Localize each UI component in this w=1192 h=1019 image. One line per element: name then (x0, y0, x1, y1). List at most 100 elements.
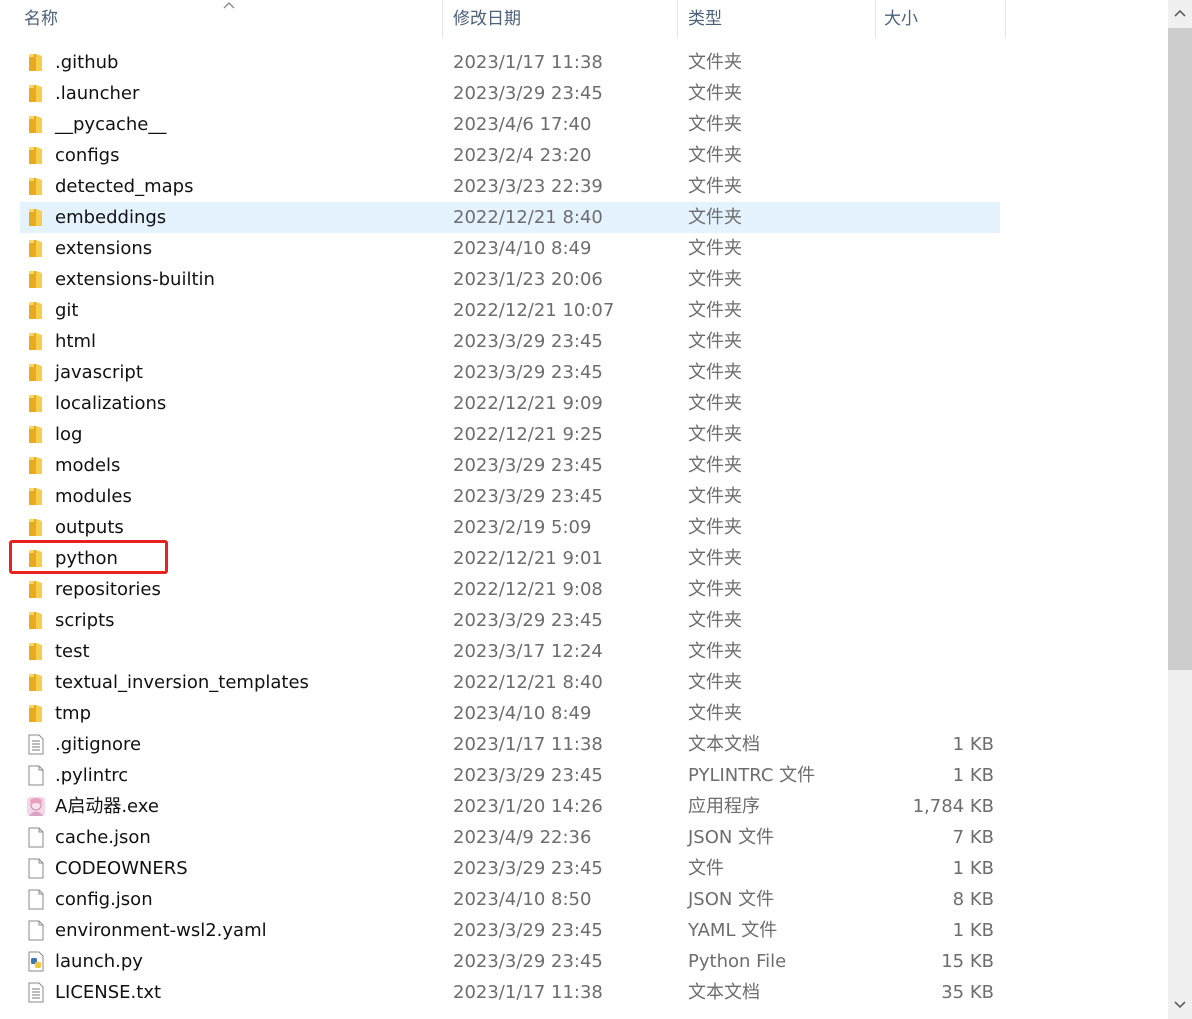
file-type: 文件夹 (688, 238, 742, 259)
file-type: 文件夹 (688, 52, 742, 73)
file-row[interactable]: outputs 2023/2/19 5:09 文件夹 (20, 512, 1000, 543)
scrollbar-thumb[interactable] (1168, 28, 1192, 670)
file-row[interactable]: embeddings 2022/12/21 8:40 文件夹 (20, 202, 1000, 233)
file-row[interactable]: .github 2023/1/17 11:38 文件夹 (20, 47, 1000, 78)
file-date: 2023/4/10 8:50 (453, 889, 592, 910)
file-name: .github (55, 52, 119, 73)
file-type: Python File (688, 951, 787, 972)
file-name: CODEOWNERS (55, 858, 188, 879)
file-row[interactable]: config.json 2023/4/10 8:50 JSON 文件 8 KB (20, 884, 1000, 915)
folder-icon (26, 703, 46, 724)
folder-icon (26, 641, 46, 662)
column-divider[interactable] (442, 0, 443, 38)
python-file-icon (26, 951, 46, 972)
folder-icon (26, 331, 46, 352)
file-size: 15 KB (941, 951, 994, 972)
file-type: PYLINTRC 文件 (688, 765, 816, 786)
file-date: 2023/2/19 5:09 (453, 517, 592, 538)
file-row[interactable]: models 2023/3/29 23:45 文件夹 (20, 450, 1000, 481)
column-header-date-label: 修改日期 (453, 9, 521, 29)
file-name: test (55, 641, 90, 662)
file-row[interactable]: textual_inversion_templates 2022/12/21 8:… (20, 667, 1000, 698)
folder-icon (26, 486, 46, 507)
folder-icon (26, 145, 46, 166)
folder-icon (26, 269, 46, 290)
file-date: 2022/12/21 9:08 (453, 579, 603, 600)
file-name: LICENSE.txt (55, 982, 162, 1003)
file-row[interactable]: log 2022/12/21 9:25 文件夹 (20, 419, 1000, 450)
file-row[interactable]: javascript 2023/3/29 23:45 文件夹 (20, 357, 1000, 388)
file-name: repositories (55, 579, 161, 600)
file-row[interactable]: .launcher 2023/3/29 23:45 文件夹 (20, 78, 1000, 109)
folder-icon (26, 610, 46, 631)
file-date: 2022/12/21 8:40 (453, 672, 603, 693)
file-type: 文件夹 (688, 269, 742, 290)
file-name: embeddings (55, 207, 167, 228)
file-row[interactable]: detected_maps 2023/3/23 22:39 文件夹 (20, 171, 1000, 202)
file-type: 文件夹 (688, 393, 742, 414)
column-header-date[interactable]: 修改日期 (445, 0, 677, 38)
file-row[interactable]: .pylintrc 2023/3/29 23:45 PYLINTRC 文件 1 KB (20, 760, 1000, 791)
file-name: detected_maps (55, 176, 194, 197)
file-row[interactable]: test 2023/3/17 12:24 文件夹 (20, 636, 1000, 667)
file-type: 文件 (688, 858, 724, 879)
scroll-up-arrow-icon[interactable] (1172, 6, 1188, 20)
file-date: 2023/3/29 23:45 (453, 858, 603, 879)
column-header-type[interactable]: 类型 (680, 0, 875, 38)
file-type: 文件夹 (688, 114, 742, 135)
file-row[interactable]: html 2023/3/29 23:45 文件夹 (20, 326, 1000, 357)
file-row[interactable]: LICENSE.txt 2023/1/17 11:38 文本文档 35 KB (20, 977, 1000, 1008)
column-divider[interactable] (677, 0, 678, 38)
file-name: git (55, 300, 79, 321)
file-type: 文件夹 (688, 517, 742, 538)
file-date: 2023/3/29 23:45 (453, 83, 603, 104)
file-row[interactable]: repositories 2022/12/21 9:08 文件夹 (20, 574, 1000, 605)
file-date: 2023/3/29 23:45 (453, 331, 603, 352)
file-type: 文件夹 (688, 672, 742, 693)
file-name: outputs (55, 517, 124, 538)
file-row[interactable]: launch.py 2023/3/29 23:45 Python File 15 KB (20, 946, 1000, 977)
file-row[interactable]: .gitignore 2023/1/17 11:38 文本文档 1 KB (20, 729, 1000, 760)
file-row[interactable]: scripts 2023/3/29 23:45 文件夹 (20, 605, 1000, 636)
file-name: cache.json (55, 827, 151, 848)
file-date: 2022/12/21 8:40 (453, 207, 603, 228)
file-date: 2023/2/4 23:20 (453, 145, 592, 166)
column-header-size[interactable]: 大小 (876, 0, 1006, 38)
column-header-size-label: 大小 (884, 9, 918, 29)
file-row[interactable]: tmp 2023/4/10 8:49 文件夹 (20, 698, 1000, 729)
folder-icon (26, 176, 46, 197)
file-row[interactable]: git 2022/12/21 10:07 文件夹 (20, 295, 1000, 326)
file-name: html (55, 331, 97, 352)
file-size: 7 KB (952, 827, 994, 848)
file-name: models (55, 455, 121, 476)
file-date: 2023/3/23 22:39 (453, 176, 603, 197)
folder-icon (26, 424, 46, 445)
column-divider[interactable] (1005, 0, 1006, 38)
file-name: __pycache__ (55, 114, 167, 135)
file-type: 文件夹 (688, 176, 742, 197)
file-type: 文件夹 (688, 455, 742, 476)
file-row[interactable]: extensions-builtin 2023/1/23 20:06 文件夹 (20, 264, 1000, 295)
file-row[interactable]: environment-wsl2.yaml 2023/3/29 23:45 YAML… (20, 915, 1000, 946)
folder-icon (26, 517, 46, 538)
file-type: 文件夹 (688, 641, 742, 662)
file-name: tmp (55, 703, 92, 724)
file-type: 文件夹 (688, 300, 742, 321)
file-row[interactable]: A启动器.exe 2023/1/20 14:26 应用程序 1,784 KB (20, 791, 1000, 822)
python-highlight-box (9, 540, 168, 574)
file-row[interactable]: __pycache__ 2023/4/6 17:40 文件夹 (20, 109, 1000, 140)
file-row[interactable]: modules 2023/3/29 23:45 文件夹 (20, 481, 1000, 512)
file-row[interactable]: localizations 2022/12/21 9:09 文件夹 (20, 388, 1000, 419)
folder-icon (26, 238, 46, 259)
file-row[interactable]: extensions 2023/4/10 8:49 文件夹 (20, 233, 1000, 264)
file-type: 文件夹 (688, 362, 742, 383)
file-name: A启动器.exe (55, 796, 159, 817)
scroll-down-arrow-icon[interactable] (1172, 998, 1188, 1012)
file-row[interactable]: configs 2023/2/4 23:20 文件夹 (20, 140, 1000, 171)
file-row[interactable]: cache.json 2023/4/9 22:36 JSON 文件 7 KB (20, 822, 1000, 853)
file-row[interactable]: CODEOWNERS 2023/3/29 23:45 文件 1 KB (20, 853, 1000, 884)
folder-icon (26, 455, 46, 476)
folder-icon (26, 300, 46, 321)
file-type: 文本文档 (688, 982, 760, 1003)
file-type: 文件夹 (688, 486, 742, 507)
